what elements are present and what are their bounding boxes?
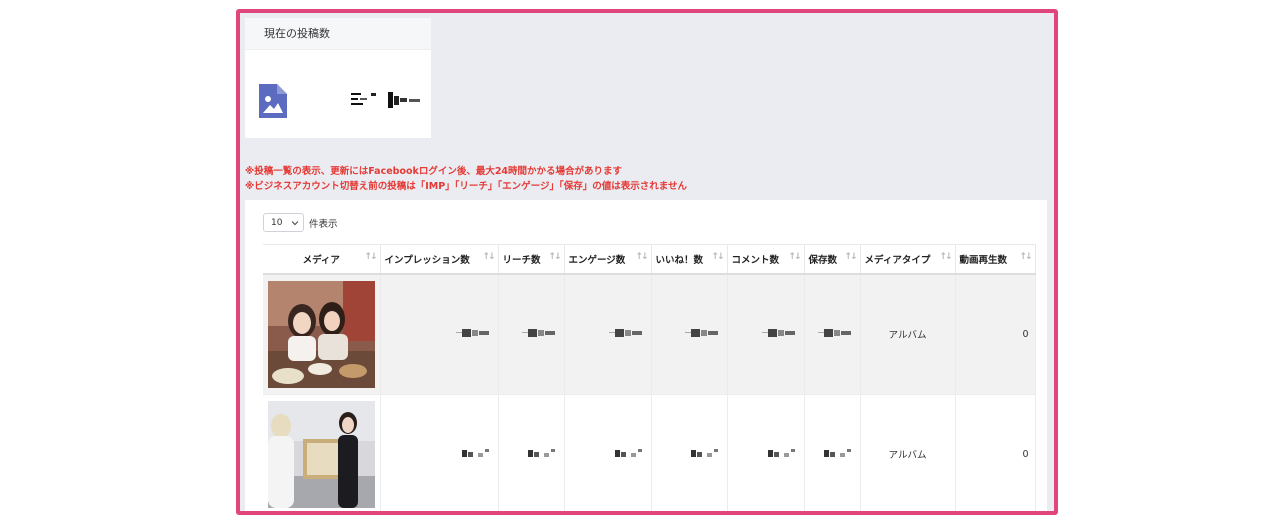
likes-cell — [651, 273, 728, 395]
column-label: エンゲージ数 — [568, 254, 626, 266]
redacted-value — [767, 448, 795, 457]
redacted-value — [684, 328, 718, 337]
sort-icon: ↑↓ — [844, 252, 857, 262]
video-plays-cell: 0 — [955, 394, 1036, 511]
sort-icon: ↑↓ — [635, 252, 648, 262]
media-cell — [263, 273, 381, 395]
redacted-value — [614, 448, 642, 457]
impressions-cell — [380, 273, 499, 395]
video-plays-cell: 0 — [955, 273, 1036, 395]
redacted-value — [461, 448, 489, 457]
redacted-value — [608, 328, 642, 337]
column-header-engagement[interactable]: エンゲージ数 ↑↓ — [564, 244, 652, 275]
redacted-value — [455, 328, 489, 337]
page-size-value: 10 — [271, 217, 283, 228]
column-label: リーチ数 — [502, 254, 541, 266]
notice-business-account: ※ビジネスアカウント切替え前の投稿は「IMP」「リーチ」「エンゲージ」「保存」の… — [245, 181, 687, 192]
post-count-value-redacted — [351, 92, 420, 108]
redacted-value — [527, 448, 555, 457]
comments-cell — [727, 394, 805, 511]
table-row[interactable]: アルバム 0 — [263, 273, 1036, 395]
sort-icon: ↑↓ — [711, 252, 724, 262]
post-thumbnail-image[interactable] — [268, 400, 375, 508]
column-label: いいね！数 — [655, 254, 704, 266]
table-header-row: メディア ↑↓ インプレッション数 ↑↓ リーチ数 ↑↓ エンゲージ数 ↑↓ いいね！数… — [263, 244, 1036, 275]
column-header-likes[interactable]: いいね！数 ↑↓ — [651, 244, 728, 275]
column-label: 動画再生数 — [959, 254, 1008, 266]
redacted-value — [823, 448, 851, 457]
column-header-saves[interactable]: 保存数 ↑↓ — [804, 244, 861, 275]
column-header-media[interactable]: メディア ↑↓ — [263, 244, 381, 275]
media-type-cell: アルバム — [860, 394, 956, 511]
impressions-cell — [380, 394, 499, 511]
column-label: インプレッション数 — [384, 254, 470, 266]
column-label: コメント数 — [731, 254, 780, 266]
highlight-frame: 現在の投稿数 ※投稿一覧の表示、更新にはFacebookログイン後、最大24時間… — [236, 9, 1058, 515]
comments-cell — [727, 273, 805, 395]
page-length-control: 10 件表示 — [263, 213, 338, 232]
post-count-card: 現在の投稿数 — [245, 18, 431, 138]
posts-table: メディア ↑↓ インプレッション数 ↑↓ リーチ数 ↑↓ エンゲージ数 ↑↓ いいね！数… — [263, 244, 1036, 511]
notice-login: ※投稿一覧の表示、更新にはFacebookログイン後、最大24時間かかる場合があ… — [245, 166, 623, 177]
reach-cell — [498, 394, 565, 511]
image-file-icon — [259, 84, 287, 118]
column-label: メディアタイプ — [864, 254, 931, 266]
redacted-value — [521, 328, 555, 337]
sort-icon: ↑↓ — [364, 252, 377, 262]
media-type-cell: アルバム — [860, 273, 956, 395]
media-cell — [263, 394, 381, 511]
page-size-select[interactable]: 10 — [263, 213, 304, 232]
redacted-value — [690, 448, 718, 457]
column-header-video-plays[interactable]: 動画再生数 ↑↓ — [955, 244, 1036, 275]
redacted-value — [761, 328, 795, 337]
sort-icon: ↑↓ — [548, 252, 561, 262]
column-header-comments[interactable]: コメント数 ↑↓ — [727, 244, 805, 275]
page-length-label: 件表示 — [309, 218, 338, 230]
post-count-title: 現在の投稿数 — [245, 18, 431, 50]
column-header-reach[interactable]: リーチ数 ↑↓ — [498, 244, 565, 275]
column-label: 保存数 — [808, 254, 838, 266]
chevron-down-icon — [291, 220, 299, 225]
engagement-cell — [564, 273, 652, 395]
sort-icon: ↑↓ — [939, 252, 952, 262]
sort-icon: ↑↓ — [482, 252, 495, 262]
sort-icon: ↑↓ — [788, 252, 801, 262]
reach-cell — [498, 273, 565, 395]
sort-icon: ↑↓ — [1019, 252, 1032, 262]
post-thumbnail-image[interactable] — [268, 280, 375, 388]
likes-cell — [651, 394, 728, 511]
column-label: メディア — [302, 254, 340, 266]
table-row[interactable]: アルバム 0 — [263, 394, 1036, 511]
post-table-panel: 10 件表示 メディア ↑↓ インプレッション数 ↑↓ リーチ数 ↑↓ エンゲージ数 ↑… — [245, 200, 1047, 511]
saves-cell — [804, 394, 861, 511]
notice-list: ※投稿一覧の表示、更新にはFacebookログイン後、最大24時間かかる場合があ… — [245, 164, 687, 194]
column-header-impressions[interactable]: インプレッション数 ↑↓ — [380, 244, 499, 275]
column-header-media-type[interactable]: メディアタイプ ↑↓ — [860, 244, 956, 275]
engagement-cell — [564, 394, 652, 511]
saves-cell — [804, 273, 861, 395]
redacted-value — [817, 328, 851, 337]
